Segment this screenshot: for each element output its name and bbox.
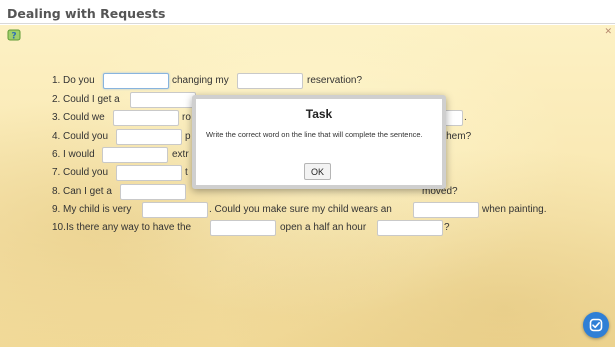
sentence-number: 4. bbox=[52, 131, 61, 142]
answer-input[interactable] bbox=[413, 202, 479, 218]
sentence-text: reservation? bbox=[307, 75, 363, 86]
sentence-text: changing my bbox=[172, 75, 229, 86]
sentence-text: Could you bbox=[63, 167, 109, 178]
sentence-text: . bbox=[464, 112, 467, 123]
sentence-row: 1. Do you changing my reservation? bbox=[52, 73, 612, 89]
sentence-text: Do you bbox=[63, 75, 95, 86]
sentence-text: Is there any way to have the bbox=[66, 222, 192, 233]
sentence-text: Could I get a bbox=[63, 94, 120, 105]
sentence-number: 9. bbox=[52, 204, 61, 215]
page-title: Dealing with Requests bbox=[7, 6, 166, 21]
dialog-message: Write the correct word on the line that … bbox=[206, 130, 423, 139]
sentence-number: 6. bbox=[52, 149, 61, 160]
sentence-number: 2. bbox=[52, 94, 61, 105]
sentence-row: 9. My child is very . Could you make sur… bbox=[52, 202, 612, 218]
sentence-text: when painting. bbox=[482, 204, 547, 215]
answer-input[interactable] bbox=[210, 220, 276, 236]
help-question-icon[interactable]: ? bbox=[7, 28, 21, 42]
title-divider bbox=[0, 23, 615, 24]
sentence-text: t bbox=[185, 167, 188, 178]
sentence-text: open a half an hour bbox=[280, 222, 367, 233]
sentence-row: 10. Is there any way to have the open a … bbox=[52, 220, 612, 236]
sentence-text: Could you bbox=[63, 131, 109, 142]
sentence-number: 8. bbox=[52, 186, 61, 197]
sentence-text: . Could you make sure my child wears an bbox=[209, 204, 392, 215]
sentence-text: Can I get a bbox=[63, 186, 112, 197]
sentence-number: 7. bbox=[52, 167, 61, 178]
answer-input[interactable] bbox=[130, 92, 196, 108]
answer-input[interactable] bbox=[102, 147, 168, 163]
sentence-text: extr bbox=[172, 149, 189, 160]
check-icon bbox=[589, 318, 603, 332]
close-icon[interactable]: ✕ bbox=[604, 27, 612, 37]
sentence-number: 10. bbox=[52, 222, 66, 233]
sentence-text: My child is very bbox=[63, 204, 132, 215]
sentence-text: I would bbox=[63, 149, 95, 160]
svg-text:?: ? bbox=[11, 32, 16, 42]
dialog-title: Task bbox=[305, 107, 333, 121]
answer-input[interactable] bbox=[116, 129, 182, 145]
sentence-text: ? bbox=[444, 222, 450, 233]
sentence-text: Could we bbox=[63, 112, 105, 123]
answer-input[interactable] bbox=[103, 73, 169, 89]
sentence-text: p bbox=[185, 131, 191, 142]
answer-input[interactable] bbox=[120, 184, 186, 200]
ok-button[interactable]: OK bbox=[304, 163, 331, 180]
answer-input[interactable] bbox=[377, 220, 443, 236]
check-answers-button[interactable] bbox=[583, 312, 609, 338]
task-dialog: Task Write the correct word on the line … bbox=[192, 95, 446, 189]
answer-input[interactable] bbox=[116, 165, 182, 181]
answer-input[interactable] bbox=[142, 202, 208, 218]
answer-input[interactable] bbox=[237, 73, 303, 89]
answer-input[interactable] bbox=[113, 110, 179, 126]
sentence-number: 3. bbox=[52, 112, 61, 123]
sentence-text: ro bbox=[182, 112, 191, 123]
sentence-number: 1. bbox=[52, 75, 61, 86]
